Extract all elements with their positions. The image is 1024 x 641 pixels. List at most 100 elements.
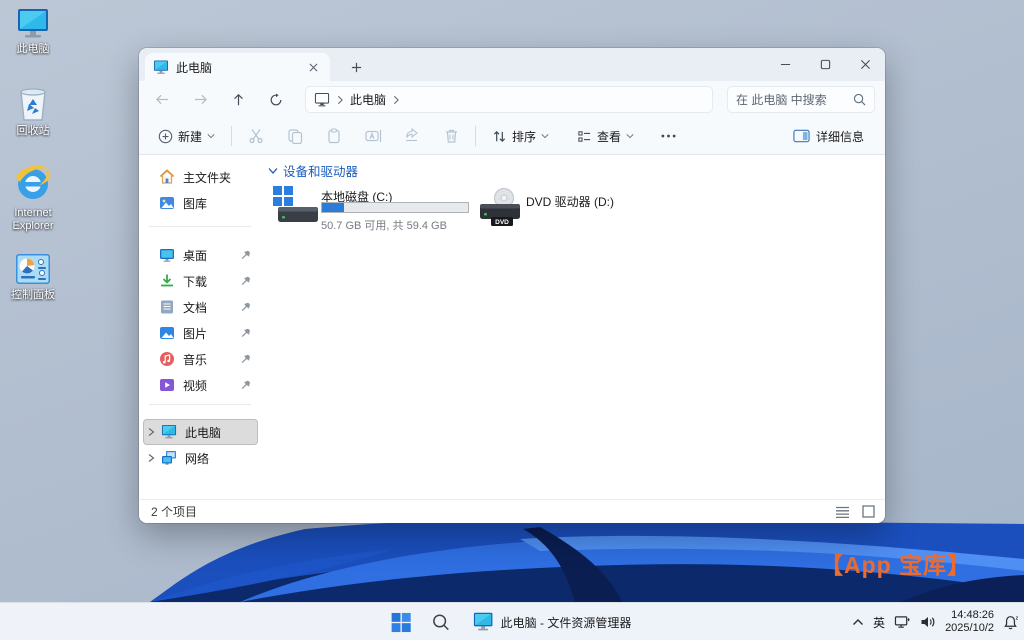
desktop-icon-internet-explorer[interactable]: Internet Explorer <box>2 162 64 233</box>
item-count: 2 个项目 <box>151 503 197 520</box>
thumbnails-view-icon[interactable] <box>862 505 875 518</box>
search-icon <box>432 613 450 631</box>
taskbar-app-file-explorer[interactable]: 此电脑 - 文件资源管理器 <box>464 606 641 638</box>
sort-button[interactable]: 排序 <box>485 123 556 150</box>
group-header-devices-drives[interactable]: 设备和驱动器 <box>268 161 358 180</box>
rename-icon <box>365 128 382 144</box>
sidebar-item-gallery[interactable]: 图库 <box>143 190 258 216</box>
volume-icon[interactable] <box>920 615 936 629</box>
drive-capacity: 50.7 GB 可用, 共 59.4 GB <box>321 217 447 233</box>
chevron-down-icon <box>626 133 634 139</box>
delete-button[interactable] <box>436 122 466 150</box>
sidebar-item-label: 图片 <box>183 325 240 342</box>
details-pane-icon <box>793 129 810 143</box>
sidebar-item-network[interactable]: 网络 <box>143 445 258 471</box>
minimize-button[interactable] <box>765 48 805 81</box>
sidebar-item-label: 音乐 <box>183 351 240 368</box>
new-button-label: 新建 <box>178 128 202 145</box>
search-input[interactable]: 在 此电脑 中搜索 <box>727 86 875 113</box>
drive-name: DVD 驱动器 (D:) <box>526 193 614 210</box>
tab-title: 此电脑 <box>176 59 297 76</box>
desktop-icon-control-panel[interactable]: 控制面板 <box>2 252 64 302</box>
pin-icon <box>240 379 252 391</box>
videos-icon <box>159 377 175 393</box>
svg-text:z: z <box>1016 615 1018 621</box>
breadcrumb-root[interactable]: 此电脑 <box>350 91 386 108</box>
sidebar-item-label: 桌面 <box>183 247 240 264</box>
more-options-button[interactable] <box>653 122 683 150</box>
details-pane-button[interactable]: 详细信息 <box>786 123 871 150</box>
view-button-label: 查看 <box>597 128 621 145</box>
this-pc-icon <box>314 93 330 107</box>
internet-explorer-icon <box>13 162 53 204</box>
desktop-icon-recycle-bin[interactable]: 回收站 <box>2 86 64 138</box>
sidebar-item-label: 下载 <box>183 273 240 290</box>
file-list: 设备和驱动器 本地磁盘 (C:) 50.7 GB 可用, 共 59.4 GB <box>261 155 885 499</box>
chevron-right-icon <box>336 95 344 105</box>
status-bar: 2 个项目 <box>139 499 885 523</box>
plus-circle-icon <box>158 129 173 144</box>
sidebar-item-desktop[interactable]: 桌面 <box>143 242 258 268</box>
plus-icon <box>351 62 362 73</box>
sidebar-item-this-pc[interactable]: 此电脑 <box>143 419 258 445</box>
address-bar[interactable]: 此电脑 <box>305 86 713 113</box>
hidden-icons-chevron-icon[interactable] <box>852 618 864 626</box>
taskbar-clock[interactable]: 14:48:26 2025/10/2 <box>945 609 994 635</box>
chevron-right-icon[interactable] <box>146 427 156 437</box>
up-button[interactable] <box>223 86 253 114</box>
group-header-label: 设备和驱动器 <box>283 161 358 180</box>
sidebar-divider <box>149 404 251 405</box>
sidebar-item-downloads[interactable]: 下载 <box>143 268 258 294</box>
paste-icon <box>326 128 342 144</box>
desktop-icon-label: 回收站 <box>2 125 64 138</box>
desktop-icon-label: Internet Explorer <box>2 207 64 233</box>
cut-button[interactable] <box>241 122 271 150</box>
copy-button[interactable] <box>280 122 310 150</box>
home-icon <box>159 169 175 185</box>
pin-icon <box>240 275 252 287</box>
sidebar-item-videos[interactable]: 视频 <box>143 372 258 398</box>
recycle-bin-icon <box>16 86 50 122</box>
search-icon <box>853 93 866 106</box>
chevron-down-icon <box>541 133 549 139</box>
tab-close-icon[interactable] <box>304 58 322 76</box>
command-toolbar: 新建 排序 <box>139 118 885 155</box>
toolbar-divider <box>475 126 476 146</box>
drive-usage-bar <box>321 202 469 213</box>
desktop-icon-this-pc[interactable]: 此电脑 <box>2 8 64 56</box>
sidebar-item-documents[interactable]: 文档 <box>143 294 258 320</box>
paste-button[interactable] <box>319 122 349 150</box>
rename-button[interactable] <box>358 122 388 150</box>
chevron-right-icon[interactable] <box>146 453 156 463</box>
sidebar-item-pictures[interactable]: 图片 <box>143 320 258 346</box>
view-button[interactable]: 查看 <box>570 123 641 150</box>
taskbar-center: 此电脑 - 文件资源管理器 <box>384 603 641 641</box>
notification-bell-icon[interactable]: z <box>1003 615 1018 630</box>
start-button[interactable] <box>384 606 418 638</box>
ime-indicator[interactable]: 英 <box>873 614 885 631</box>
sidebar-divider <box>149 226 251 227</box>
status-view-toggles <box>835 505 875 518</box>
chevron-down-icon <box>268 167 278 175</box>
share-button[interactable] <box>397 122 427 150</box>
chevron-right-icon[interactable] <box>392 95 400 105</box>
new-tab-button[interactable] <box>345 57 367 77</box>
network-tray-icon[interactable] <box>894 615 911 630</box>
refresh-button[interactable] <box>261 86 291 114</box>
sidebar-item-home[interactable]: 主文件夹 <box>143 164 258 190</box>
maximize-button[interactable] <box>805 48 845 81</box>
tray-date: 2025/10/2 <box>945 622 994 635</box>
sidebar-item-music[interactable]: 音乐 <box>143 346 258 372</box>
navigation-pane: 主文件夹 图库 桌面 下载 文档 <box>139 155 261 499</box>
gallery-icon <box>159 195 175 211</box>
new-button[interactable]: 新建 <box>151 123 222 150</box>
this-pc-icon <box>473 612 494 632</box>
back-button[interactable] <box>147 86 177 114</box>
taskbar-search-button[interactable] <box>424 606 458 638</box>
network-icon <box>161 450 177 466</box>
close-button[interactable] <box>845 48 885 81</box>
forward-button[interactable] <box>185 86 215 114</box>
tab-this-pc[interactable]: 此电脑 <box>145 53 330 81</box>
tab-strip: 此电脑 <box>139 48 885 81</box>
details-view-icon[interactable] <box>835 506 850 518</box>
